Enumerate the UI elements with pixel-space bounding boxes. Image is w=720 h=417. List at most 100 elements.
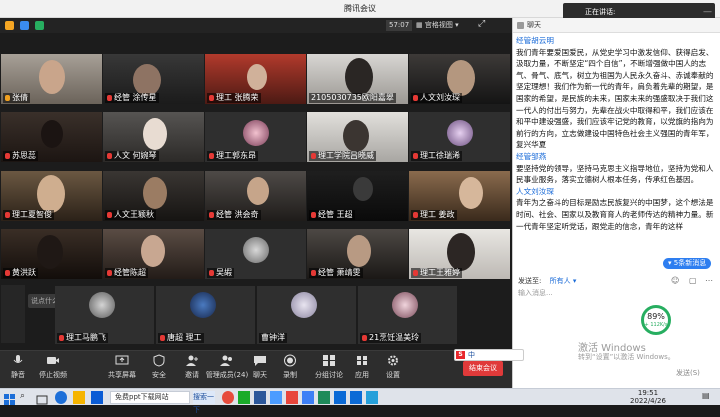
send-button[interactable]: 发送(S) [676,368,700,378]
taskbar: ⌕ 免费ppt下载网站 搜索一下 19:51 2022/4/26 ▤ [0,388,720,414]
mic-muted-icon [107,153,112,159]
mic-muted-icon [362,335,367,341]
send-to-selector[interactable]: 发送至: 所有人 ▾ [518,276,576,286]
chat-messages[interactable]: 经管胡云明 我们青年要爱国爱民，从党史学习中激发信仰、获得启发、汲取力量，不断坚… [516,35,716,280]
participant-name: 理工夏智俊 [3,210,54,220]
participant-tile[interactable]: 理工郭东昂 [205,112,306,162]
notification-icon[interactable]: ▤ [702,391,714,404]
message-text: 要坚持党的领导，坚持马克思主义指导地位，坚持为党和人民事业服务，落实立德树人根本… [516,163,714,185]
wps-icon[interactable] [286,391,298,404]
apps-icon [357,356,367,365]
browser-search-box[interactable]: 免费ppt下载网站 [110,391,190,404]
mic-muted-icon [107,212,112,218]
fullscreen-icon[interactable]: ⤢ [478,19,485,29]
participant-tile[interactable]: 人文刘汝琛 [409,54,510,104]
participant-tile[interactable]: 人文 何婉琴 [103,112,204,162]
meeting-timer: 57:07 [386,20,413,31]
network-speed-widget[interactable]: 89% + 112K/s [641,305,671,335]
stop-video-button[interactable]: 停止视频 [33,354,73,380]
participant-name: 理工郭东昂 [207,151,258,161]
participant-tile[interactable]: 经管 涂传星 [103,54,204,104]
participant-tile[interactable]: 唐超 理工 [156,286,255,344]
participant-name: 2105030735欧阳嘉翠 [309,93,396,103]
message-text: 青年为之奋斗的目标是励志民族复兴的中国梦，这个想法是时间、社会、国家以及教育育人… [516,198,714,231]
participant-tile[interactable]: 理工王雅婷 [409,229,510,279]
search-next-button[interactable]: 搜索一下 [193,391,215,414]
participant-tile[interactable]: 理工 姜政 [409,171,510,221]
signal-icon [35,21,44,30]
meeting-info-bar: 57:07 ▦ 宫格视图 ▾ ⤢ [0,18,512,33]
participant-tile[interactable]: 经管 萧靖雯 [307,229,408,279]
chat-icon [254,356,266,366]
share-screen-icon [115,355,129,365]
app-icon[interactable] [222,391,234,404]
app-icon[interactable] [318,391,330,404]
avatar [243,120,269,146]
gear-icon [388,355,398,366]
shield-icon [153,354,165,367]
chat-header: 聊天 [513,18,720,33]
store-icon[interactable] [91,391,103,404]
participant-tile[interactable]: 苏思蕊 [1,112,102,162]
unread-messages-badge[interactable]: ▾ 5条新消息 [663,258,712,269]
app-icon[interactable] [334,391,346,404]
participant-tile[interactable]: 理工学院吕晓威 [307,112,408,162]
participant-tile-speaking[interactable]: 经管 洪会奇 [205,171,306,221]
word-icon[interactable] [254,391,266,404]
record-icon [284,354,296,367]
participant-tile[interactable]: 张倩 [1,54,102,104]
participant-tile[interactable]: 理工夏智俊 [1,171,102,221]
input-method-bar[interactable]: S 中 [454,349,524,361]
participant-tile[interactable]: 人文王颖秋 [103,171,204,221]
participant-tile[interactable]: 21烹饪温美玲 [358,286,457,344]
edge-browser-icon[interactable] [55,391,67,404]
participant-tile[interactable]: 曹钟洋 [257,286,356,344]
mic-muted-icon [413,153,418,159]
file-icon[interactable]: ▢ [689,276,697,285]
windows-start-icon[interactable] [4,391,16,405]
participant-tile[interactable]: 2105030735欧阳嘉翠 [307,54,408,104]
speaking-label: 正在讲话: [585,8,616,16]
end-meeting-button[interactable]: 结束会议 [463,361,503,376]
share-screen-button[interactable]: 共享屏幕 [102,354,142,380]
participant-name: 唐超 理工 [158,333,204,343]
participant-tile[interactable]: 经管陈超 [103,229,204,279]
file-explorer-icon[interactable] [73,391,85,404]
mic-muted-icon [413,95,418,101]
settings-button[interactable]: 设置 [373,354,413,380]
qq-icon[interactable] [270,391,282,404]
gallery-view-button[interactable]: ▦ 宫格视图 ▾ [416,20,459,31]
participant-tile[interactable]: 吴嘏 [205,229,306,279]
security-badge-icon[interactable] [20,21,29,30]
chat-overlay [1,285,25,343]
participant-name: 吴嘏 [207,268,234,278]
chevron-down-icon: ▾ [572,277,577,285]
invite-icon [186,355,198,366]
chat-icon [517,22,524,29]
activation-hint: 转到“设置”以激活 Windows。 [578,353,675,361]
wechat-icon[interactable] [238,391,250,404]
record-button[interactable]: 录制 [270,354,310,380]
mic-muted-icon [311,270,316,276]
search-icon[interactable]: ⌕ [20,391,32,404]
avatar [243,237,269,263]
participant-name: 理工学院吕晓威 [309,151,376,161]
emoji-icon[interactable]: ☺ [671,276,679,285]
info-icon[interactable] [5,21,14,30]
app-icon[interactable] [366,391,378,404]
participant-tile[interactable]: 黄洪跃 [1,229,102,279]
participant-tile[interactable]: 理工马鹏飞 [55,286,154,344]
participant-name: 经管 洪会奇 [207,210,261,220]
participant-name: 人文刘汝琛 [411,93,462,103]
system-clock[interactable]: 19:51 2022/4/26 [630,389,666,405]
participant-tile[interactable]: 经管 王超 [307,171,408,221]
tencent-meeting-icon[interactable] [302,391,314,404]
participant-name: 经管 萧靖雯 [309,268,363,278]
participant-tile[interactable]: 理工 张腾荣 [205,54,306,104]
participant-name: 黄洪跃 [3,268,38,278]
task-view-icon[interactable] [36,391,48,405]
app-icon[interactable] [350,391,362,404]
participant-tile[interactable]: 理工徐瑞浠 [409,112,510,162]
message-sender: 人文刘汝琛 [516,186,554,196]
more-icon[interactable]: ⋯ [705,276,713,285]
